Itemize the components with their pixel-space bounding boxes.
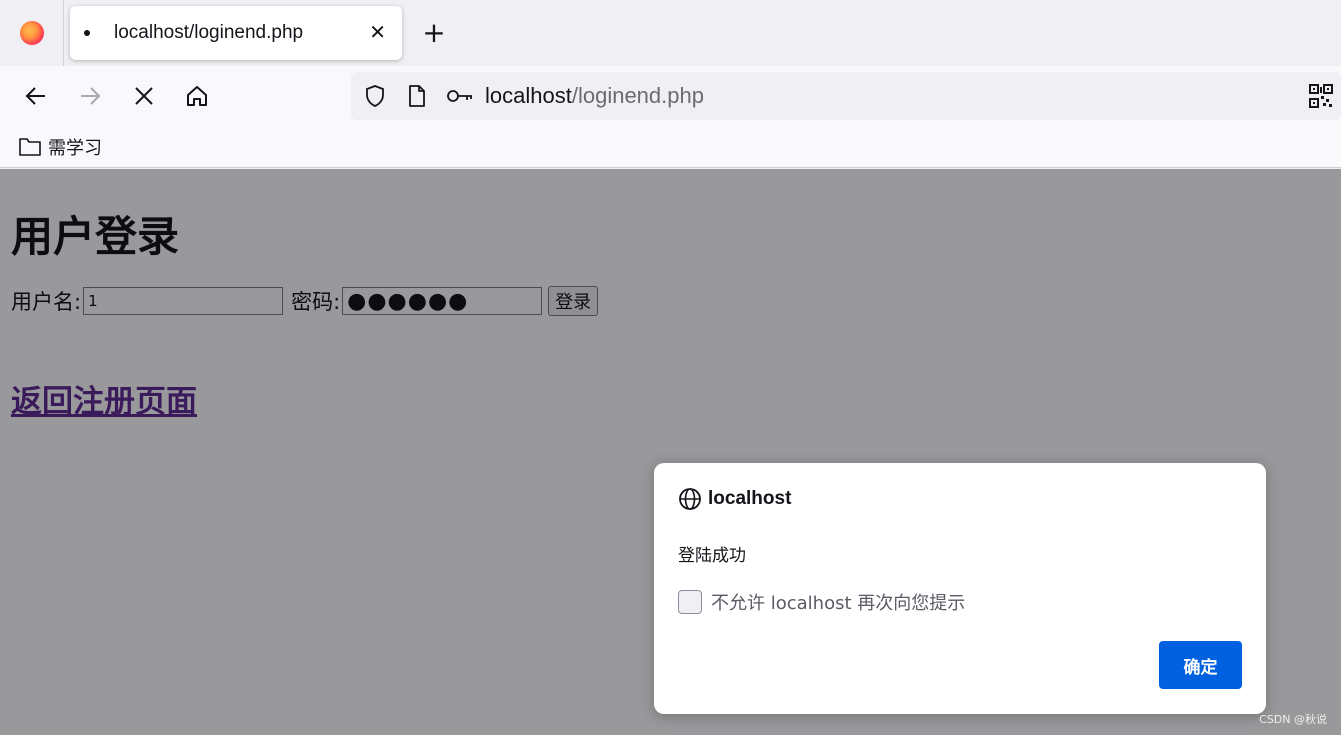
tab-title: localhost/loginend.php xyxy=(114,22,304,43)
globe-icon xyxy=(679,488,701,510)
suppress-prompts-row[interactable]: 不允许 localhost 再次向您提示 xyxy=(678,589,965,615)
forward-button[interactable] xyxy=(74,80,106,112)
firefox-menu-button[interactable] xyxy=(0,0,64,66)
dialog-host: localhost xyxy=(708,488,792,509)
page-info-icon[interactable] xyxy=(405,84,429,108)
alert-dialog: localhost 登陆成功 不允许 localhost 再次向您提示 确定 xyxy=(654,463,1266,714)
tab-strip: localhost/loginend.php ✕ + xyxy=(0,0,1341,66)
shield-icon[interactable] xyxy=(363,84,387,108)
ok-button[interactable]: 确定 xyxy=(1159,641,1242,689)
back-arrow-icon xyxy=(25,87,45,105)
suppress-prompts-checkbox[interactable] xyxy=(678,590,702,614)
url-host: localhost xyxy=(485,83,572,108)
suppress-prompts-label[interactable]: 不允许 localhost 再次向您提示 xyxy=(711,589,965,615)
bookmarks-toolbar: 需学习 xyxy=(0,126,1341,168)
home-button[interactable] xyxy=(181,80,213,112)
tab-loading-dot-icon xyxy=(84,30,90,36)
folder-icon xyxy=(19,138,41,156)
watermark: CSDN @秋说 xyxy=(1259,713,1327,726)
key-icon[interactable] xyxy=(445,84,475,108)
forward-arrow-icon xyxy=(81,87,101,105)
qr-code-icon[interactable] xyxy=(1309,84,1333,108)
dialog-header: localhost xyxy=(678,487,791,511)
nav-bar: localhost/loginend.php xyxy=(0,66,1341,126)
tab-active[interactable]: localhost/loginend.php ✕ xyxy=(70,6,402,60)
tab-close-icon[interactable]: ✕ xyxy=(369,20,386,44)
dialog-message: 登陆成功 xyxy=(678,546,746,566)
bookmark-folder-label: 需学习 xyxy=(48,138,102,159)
home-icon xyxy=(187,86,207,106)
url-bar[interactable]: localhost/loginend.php xyxy=(351,72,1341,120)
new-tab-button[interactable]: + xyxy=(420,16,448,50)
bookmark-folder[interactable]: 需学习 xyxy=(18,134,102,160)
firefox-logo-icon xyxy=(19,21,44,45)
stop-button[interactable] xyxy=(128,80,160,112)
stop-x-icon xyxy=(135,87,153,105)
back-button[interactable] xyxy=(20,80,52,112)
url-text[interactable]: localhost/loginend.php xyxy=(485,83,704,109)
url-path: /loginend.php xyxy=(571,83,704,108)
